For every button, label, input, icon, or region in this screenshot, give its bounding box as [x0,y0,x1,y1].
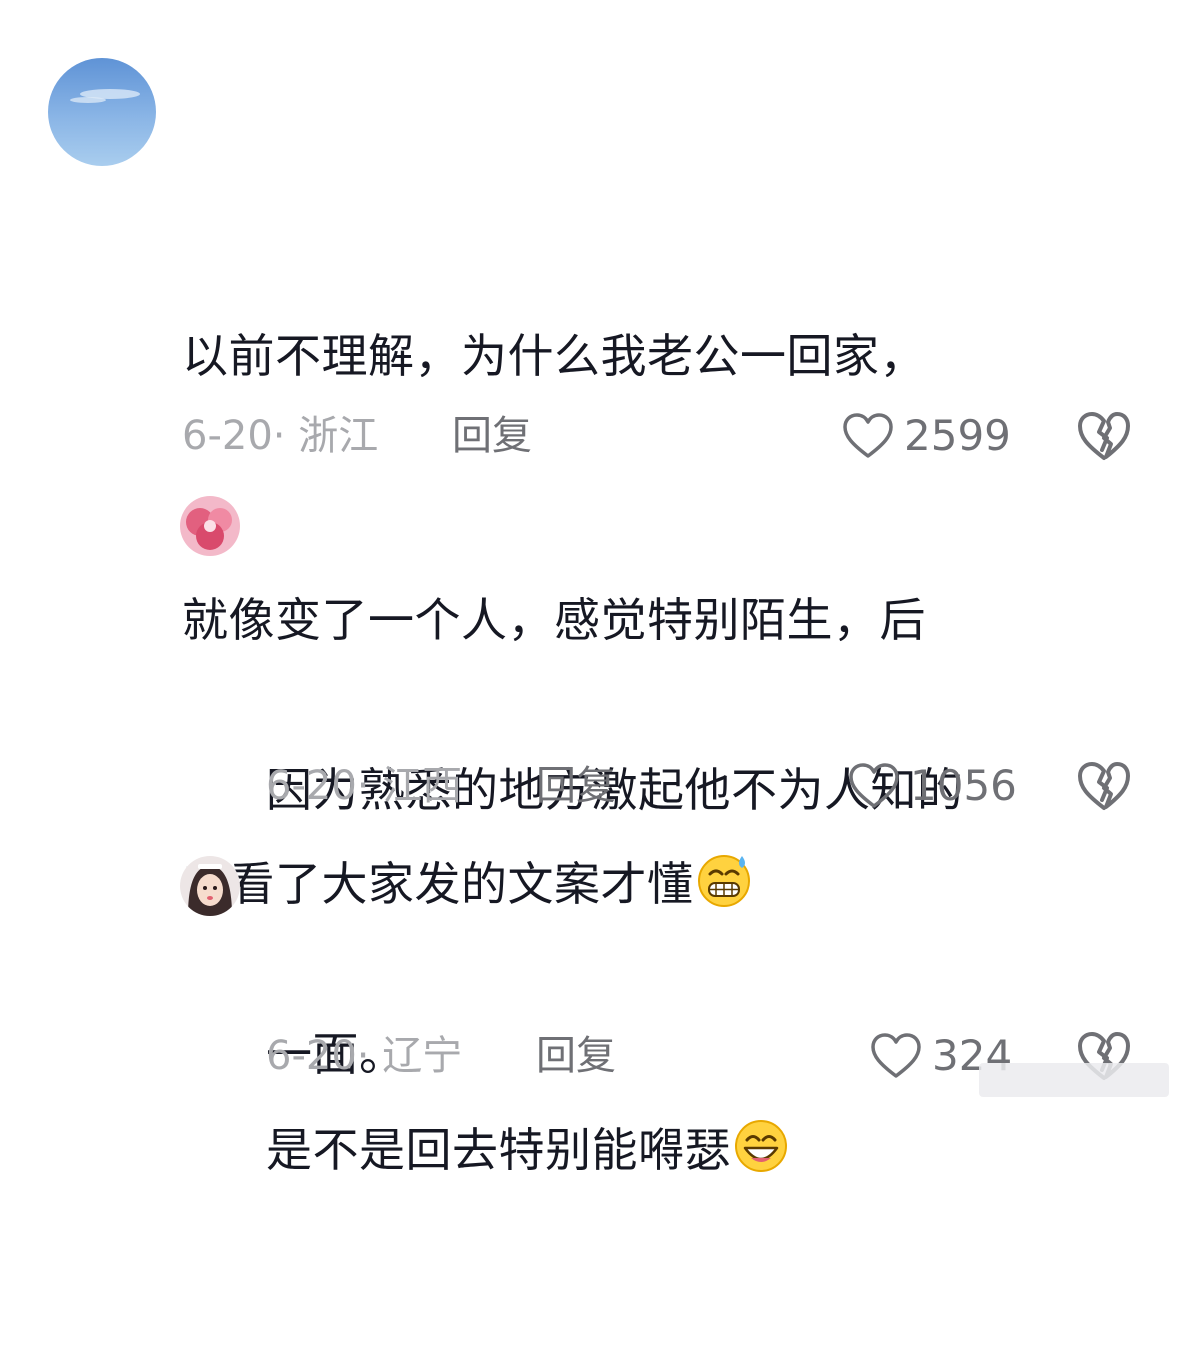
heart-icon [849,763,899,808]
girl-portrait-avatar-icon [180,856,240,916]
heart-icon [871,1033,921,1078]
avatar[interactable] [48,58,156,166]
grinning-emoji-icon [735,1120,787,1172]
avatar[interactable] [180,856,240,916]
comment-line: 以前不理解，为什么我老公一回家， [182,329,926,383]
comment-item: 因为熟悉的地方激起他不为人知的 一面。 6-20· 江西 回复 1056 [0,480,1179,1081]
sky-avatar-icon [48,58,156,166]
reply-button[interactable]: 回复 [536,756,616,816]
date-location: 6-20· 浙江 [182,413,379,459]
like-count: 2599 [904,411,1011,460]
date-location: 6-20· 江西 [266,763,463,809]
comment-meta: 6-20· 辽宁 回复 [266,1026,666,1086]
like-button[interactable]: 2599 [842,406,1022,466]
pink-flower-avatar-icon [180,496,240,556]
comment-meta: 6-20· 江西 回复 [266,756,666,816]
dislike-button[interactable] [1077,410,1131,462]
comment-meta: 6-20· 浙江 回复 [182,406,582,466]
reply-button[interactable]: 回复 [536,1026,616,1086]
like-count: 1056 [910,761,1017,810]
broken-heart-icon [1078,412,1130,460]
watermark [979,1063,1169,1097]
like-button[interactable]: 1056 [848,756,1028,816]
comment-line: 是不是回去特别能嘚瑟 [266,1106,1146,1194]
reply-button[interactable]: 回复 [452,406,532,466]
comment-text: 是不是回去特别能嘚瑟 [266,930,1146,1370]
date-location: 6-20· 辽宁 [266,1033,463,1079]
heart-icon [843,413,893,458]
broken-heart-icon [1078,762,1130,810]
comment-item: 以前不理解，为什么我老公一回家， 就像变了一个人，感觉特别陌生，后 来看了大家发… [0,0,1179,911]
avatar[interactable] [180,496,240,556]
dislike-button[interactable] [1077,760,1131,812]
